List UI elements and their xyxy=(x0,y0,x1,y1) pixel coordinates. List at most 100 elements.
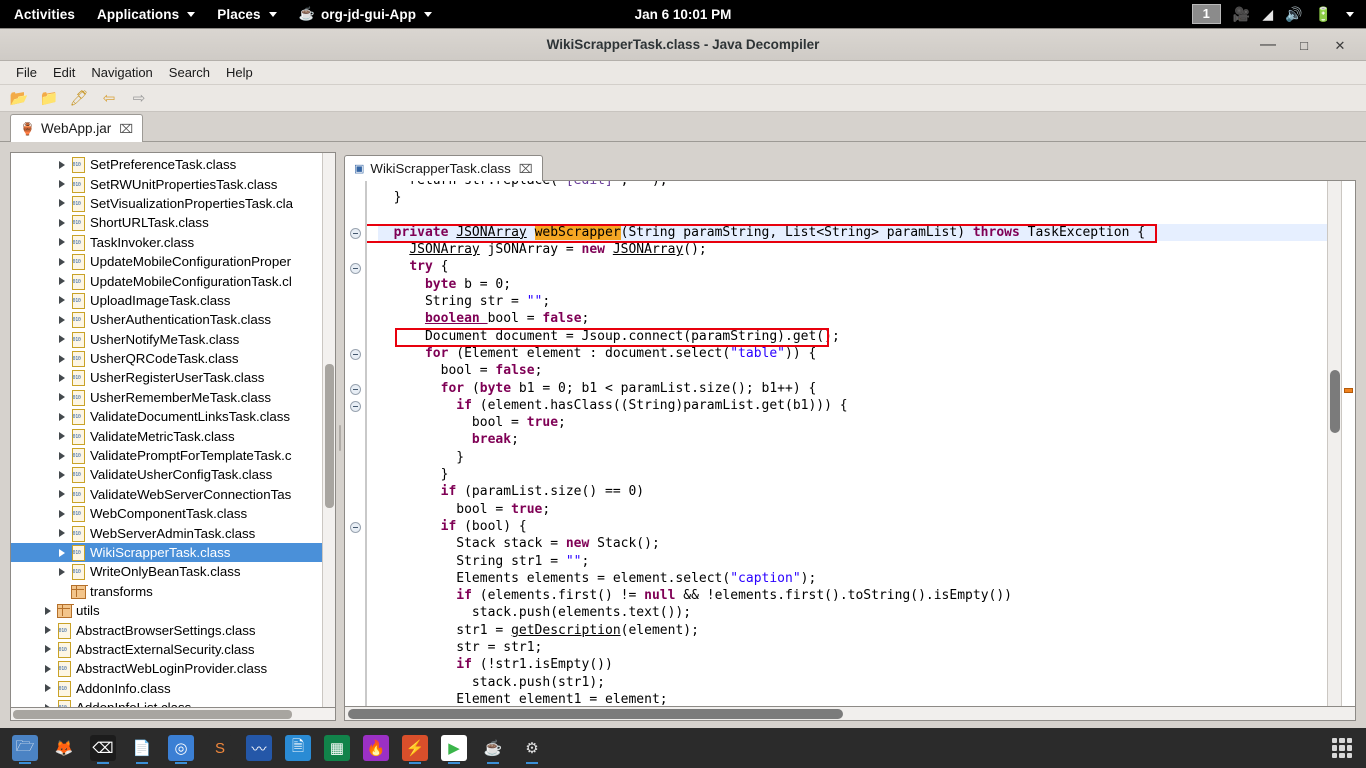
code-line[interactable]: stack.push(elements.text()); xyxy=(378,604,1327,621)
fold-collapse-icon[interactable] xyxy=(350,383,361,395)
expand-arrow-icon[interactable] xyxy=(59,412,65,421)
menu-edit[interactable]: Edit xyxy=(45,63,83,82)
expand-arrow-icon[interactable] xyxy=(45,645,51,654)
tree-item[interactable]: AbstractWebLoginProvider.class xyxy=(11,659,322,678)
code-line[interactable]: String str1 = ""; xyxy=(378,553,1327,570)
expand-arrow-icon[interactable] xyxy=(45,703,51,707)
code-line[interactable]: if (!str1.isEmpty()) xyxy=(378,656,1327,673)
editor-vertical-scroll-thumb[interactable] xyxy=(1330,370,1340,433)
open-file-icon[interactable]: 📂 xyxy=(6,87,32,110)
dock-item[interactable]: 〰 xyxy=(242,731,276,765)
tree-horizontal-scrollbar[interactable] xyxy=(10,708,336,721)
close-button[interactable]: ✕ xyxy=(1332,37,1348,53)
fold-collapse-icon[interactable] xyxy=(350,349,361,360)
sublime-text-icon[interactable]: S xyxy=(207,735,233,761)
close-icon[interactable]: ⌧ xyxy=(119,122,133,136)
fold-collapse-icon[interactable] xyxy=(350,522,361,533)
source-code-area[interactable]: return str.replace("[edit]", ""); } priv… xyxy=(367,181,1327,706)
package-tree-list[interactable]: SetPreferenceTask.class SetRWUnitProperti… xyxy=(11,153,322,707)
tree-item[interactable]: ValidateWebServerConnectionTas xyxy=(11,485,322,504)
expand-arrow-icon[interactable] xyxy=(59,354,65,363)
code-line[interactable]: } xyxy=(378,189,1327,206)
code-line[interactable]: for (Element element : document.select("… xyxy=(378,345,1327,362)
fold-gutter[interactable] xyxy=(345,181,367,706)
code-line[interactable]: String str = ""; xyxy=(378,293,1327,310)
tree-item[interactable]: UpdateMobileConfigurationProper xyxy=(11,252,322,271)
tree-item[interactable]: AddonInfo.class xyxy=(11,679,322,698)
tree-item[interactable]: UsherRegisterUserTask.class xyxy=(11,368,322,387)
expand-arrow-icon[interactable] xyxy=(59,529,65,538)
expand-arrow-icon[interactable] xyxy=(59,393,65,402)
forward-arrow-icon[interactable]: ⇨ xyxy=(126,87,152,110)
code-line[interactable]: private JSONArray webScrapper(String par… xyxy=(378,223,1327,242)
settings-gear-icon[interactable]: ⚙ xyxy=(519,735,545,761)
tree-item[interactable]: SetVisualizationPropertiesTask.cla xyxy=(11,194,322,213)
code-line[interactable]: Stack stack = new Stack(); xyxy=(378,535,1327,552)
libreoffice-calc-icon[interactable]: ▦ xyxy=(324,735,350,761)
code-line[interactable]: boolean bool = false; xyxy=(378,310,1327,327)
expand-arrow-icon[interactable] xyxy=(59,180,65,189)
panel-splitter[interactable] xyxy=(336,146,344,729)
expand-arrow-icon[interactable] xyxy=(59,567,65,576)
tree-item[interactable]: ValidateDocumentLinksTask.class xyxy=(11,407,322,426)
chromium-icon[interactable]: ◎ xyxy=(168,735,194,761)
tree-item[interactable]: ValidatePromptForTemplateTask.c xyxy=(11,446,322,465)
back-arrow-icon[interactable]: ⇦ xyxy=(96,87,122,110)
workspace-indicator[interactable]: 1 xyxy=(1191,4,1221,24)
editor-horizontal-scrollbar[interactable] xyxy=(344,707,1356,721)
firefox-icon[interactable]: 🦊 xyxy=(51,735,77,761)
expand-arrow-icon[interactable] xyxy=(45,626,51,635)
code-line[interactable]: byte b = 0; xyxy=(378,276,1327,293)
system-monitor-icon[interactable]: 〰 xyxy=(246,735,272,761)
tree-item[interactable]: AddonInfoList.class xyxy=(11,698,322,707)
libreoffice-writer-icon[interactable]: 🗎 xyxy=(285,735,311,761)
expand-arrow-icon[interactable] xyxy=(59,373,65,382)
close-icon[interactable]: ⌧ xyxy=(519,162,533,176)
code-line[interactable]: bool = true; xyxy=(378,414,1327,431)
tree-vertical-scroll-thumb[interactable] xyxy=(325,363,334,508)
fold-collapse-icon[interactable] xyxy=(350,400,361,412)
code-line[interactable]: } xyxy=(378,449,1327,466)
dock-item[interactable]: ☕ xyxy=(476,731,510,765)
menu-navigation[interactable]: Navigation xyxy=(83,63,160,82)
dock-item[interactable]: 🗎 xyxy=(281,731,315,765)
tree-item[interactable]: SetPreferenceTask.class xyxy=(11,155,322,174)
activities-button[interactable]: Activities xyxy=(0,0,86,28)
applications-menu[interactable]: Applications xyxy=(86,0,206,28)
expand-arrow-icon[interactable] xyxy=(59,315,65,324)
tree-item[interactable]: UsherRememberMeTask.class xyxy=(11,388,322,407)
dock-item[interactable]: S xyxy=(203,731,237,765)
tree-item[interactable]: AbstractBrowserSettings.class xyxy=(11,620,322,639)
tree-item[interactable]: AbstractExternalSecurity.class xyxy=(11,640,322,659)
dock-item[interactable]: 🦊 xyxy=(47,731,81,765)
tree-item[interactable]: UsherAuthenticationTask.class xyxy=(11,310,322,329)
tree-item[interactable]: UsherNotifyMeTask.class xyxy=(11,330,322,349)
dock-item[interactable]: 📄 xyxy=(125,731,159,765)
dock-item[interactable]: ▦ xyxy=(320,731,354,765)
menu-file[interactable]: File xyxy=(8,63,45,82)
expand-arrow-icon[interactable] xyxy=(59,257,65,266)
expand-arrow-icon[interactable] xyxy=(59,509,65,518)
code-line[interactable]: bool = false; xyxy=(378,362,1327,379)
code-line[interactable]: bool = true; xyxy=(378,501,1327,518)
expand-arrow-icon[interactable] xyxy=(59,470,65,479)
dock-item[interactable]: ◎ xyxy=(164,731,198,765)
tree-item[interactable]: ValidateUsherConfigTask.class xyxy=(11,465,322,484)
code-line[interactable]: for (byte b1 = 0; b1 < paramList.size();… xyxy=(378,380,1327,397)
show-applications-icon[interactable] xyxy=(1332,738,1352,758)
code-line[interactable]: if (elements.first() != null && !element… xyxy=(378,587,1327,604)
code-line[interactable]: break; xyxy=(378,431,1327,448)
dock-item[interactable]: ▶ xyxy=(437,731,471,765)
expand-arrow-icon[interactable] xyxy=(59,238,65,247)
gimp-icon[interactable]: 🔥 xyxy=(363,735,389,761)
code-line[interactable]: Element element1 = element; xyxy=(378,691,1327,706)
tree-item[interactable]: SetRWUnitPropertiesTask.class xyxy=(11,174,322,193)
tree-item[interactable]: transforms xyxy=(11,582,322,601)
expand-arrow-icon[interactable] xyxy=(45,606,51,615)
expand-arrow-icon[interactable] xyxy=(59,335,65,344)
java-coffee-icon[interactable]: ☕ xyxy=(480,735,506,761)
menu-search[interactable]: Search xyxy=(161,63,218,82)
code-line[interactable]: try { xyxy=(378,258,1327,275)
app-menu[interactable]: ☕ org-jd-gui-App xyxy=(288,0,443,28)
places-menu[interactable]: Places xyxy=(206,0,287,28)
